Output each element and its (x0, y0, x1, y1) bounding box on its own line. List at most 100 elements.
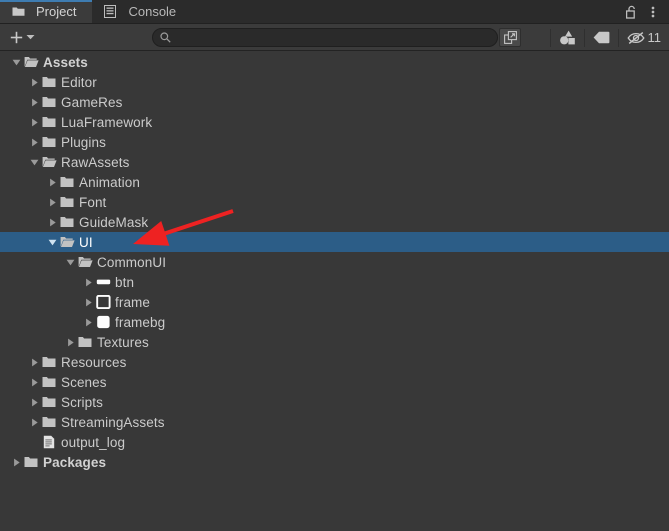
filter-by-type-button[interactable] (551, 24, 584, 51)
chevron-down-icon (26, 35, 35, 40)
disclosure-triangle-right-icon[interactable] (28, 112, 41, 132)
tab-console[interactable]: Console (92, 0, 192, 23)
disclosure-triangle-right-icon[interactable] (28, 92, 41, 112)
folder-icon (41, 352, 57, 372)
sprite-solid-icon (95, 312, 111, 332)
tree-row[interactable]: Assets (0, 52, 669, 72)
indent-spacer (0, 132, 28, 152)
sprite-outline-icon (95, 292, 111, 312)
hidden-packages-toggle[interactable]: 11 (619, 24, 669, 51)
create-asset-button[interactable] (6, 28, 39, 47)
search-area (152, 28, 521, 47)
folder-icon (41, 372, 57, 392)
project-window: Project Console 11 Assets Editor GameRes… (0, 0, 669, 531)
search-icon (160, 32, 171, 43)
indent-spacer (0, 92, 28, 112)
tree-row-label: Editor (61, 74, 97, 90)
tree-row[interactable]: RawAssets (0, 152, 669, 172)
indent-spacer (0, 252, 64, 272)
tree-row-label: Plugins (61, 134, 106, 150)
disclosure-triangle-right-icon[interactable] (82, 292, 95, 312)
tree-row-label: StreamingAssets (61, 414, 165, 430)
disclosure-triangle-right-icon[interactable] (46, 192, 59, 212)
tab-console-label: Console (128, 4, 177, 19)
tree-row[interactable]: StreamingAssets (0, 412, 669, 432)
tree-row[interactable]: Editor (0, 72, 669, 92)
kebab-menu-icon[interactable] (643, 1, 663, 23)
tree-row[interactable]: CommonUI (0, 252, 669, 272)
disclosure-spacer (28, 432, 41, 452)
disclosure-triangle-right-icon[interactable] (28, 372, 41, 392)
disclosure-triangle-right-icon[interactable] (28, 392, 41, 412)
tree-row[interactable]: Packages (0, 452, 669, 472)
disclosure-triangle-right-icon[interactable] (28, 412, 41, 432)
sprite-bar-icon (95, 272, 111, 292)
console-lines-icon (102, 2, 118, 22)
indent-spacer (0, 452, 10, 472)
indent-spacer (0, 372, 28, 392)
disclosure-triangle-right-icon[interactable] (28, 132, 41, 152)
search-field[interactable] (152, 28, 498, 47)
tree-row[interactable]: Plugins (0, 132, 669, 152)
disclosure-triangle-right-icon[interactable] (82, 272, 95, 292)
tree-row[interactable]: btn (0, 272, 669, 292)
tree-row-label: Scenes (61, 374, 107, 390)
indent-spacer (0, 352, 28, 372)
tree-row-label: UI (79, 234, 93, 250)
tree-row[interactable]: frame (0, 292, 669, 312)
indent-spacer (0, 332, 64, 352)
tree-row[interactable]: Scenes (0, 372, 669, 392)
tree-row[interactable]: Textures (0, 332, 669, 352)
window-tab-bar: Project Console (0, 0, 669, 24)
folder-icon (41, 132, 57, 152)
disclosure-triangle-right-icon[interactable] (46, 212, 59, 232)
filter-by-label-button[interactable] (585, 24, 618, 51)
tree-row[interactable]: Animation (0, 172, 669, 192)
tree-row[interactable]: Font (0, 192, 669, 212)
tree-row-label: LuaFramework (61, 114, 153, 130)
folder-icon (59, 212, 75, 232)
tree-row[interactable]: output_log (0, 432, 669, 452)
indent-spacer (0, 192, 46, 212)
text-file-icon (41, 432, 57, 452)
search-in-new-window-button[interactable] (499, 28, 521, 47)
tree-row[interactable]: GuideMask (0, 212, 669, 232)
tree-row[interactable]: LuaFramework (0, 112, 669, 132)
project-asset-tree[interactable]: Assets Editor GameRes LuaFramework Plugi… (0, 52, 669, 531)
search-input[interactable] (171, 30, 489, 45)
disclosure-triangle-right-icon[interactable] (64, 332, 77, 352)
folder-icon (41, 92, 57, 112)
folder-icon (41, 112, 57, 132)
folder-icon (59, 172, 75, 192)
folder-icon (41, 392, 57, 412)
disclosure-triangle-right-icon[interactable] (28, 352, 41, 372)
disclosure-triangle-down-icon[interactable] (28, 152, 41, 172)
disclosure-triangle-right-icon[interactable] (82, 312, 95, 332)
tree-row-label: CommonUI (97, 254, 167, 270)
indent-spacer (0, 272, 82, 292)
disclosure-triangle-down-icon[interactable] (46, 232, 59, 252)
folder-open-icon (59, 232, 75, 252)
disclosure-triangle-right-icon[interactable] (28, 72, 41, 92)
folder-icon (41, 72, 57, 92)
tree-row-label: GameRes (61, 94, 123, 110)
tree-row-label: Resources (61, 354, 127, 370)
disclosure-triangle-down-icon[interactable] (10, 52, 23, 72)
tree-row[interactable]: GameRes (0, 92, 669, 112)
window-tab-actions (621, 0, 669, 23)
primitive-shapes-icon (559, 30, 575, 45)
open-in-new-window-icon (503, 31, 517, 44)
disclosure-triangle-down-icon[interactable] (64, 252, 77, 272)
plus-icon (10, 31, 23, 43)
tree-row[interactable]: UI (0, 232, 669, 252)
tab-project[interactable]: Project (0, 0, 93, 23)
tree-row[interactable]: Scripts (0, 392, 669, 412)
project-toolbar: 11 (0, 24, 669, 51)
tree-row[interactable]: framebg (0, 312, 669, 332)
unlocked-padlock-icon[interactable] (621, 1, 641, 23)
tree-row[interactable]: Resources (0, 352, 669, 372)
disclosure-triangle-right-icon[interactable] (10, 452, 23, 472)
tree-row-label: Animation (79, 174, 140, 190)
toolbar-filters: 11 (549, 24, 669, 51)
disclosure-triangle-right-icon[interactable] (46, 172, 59, 192)
